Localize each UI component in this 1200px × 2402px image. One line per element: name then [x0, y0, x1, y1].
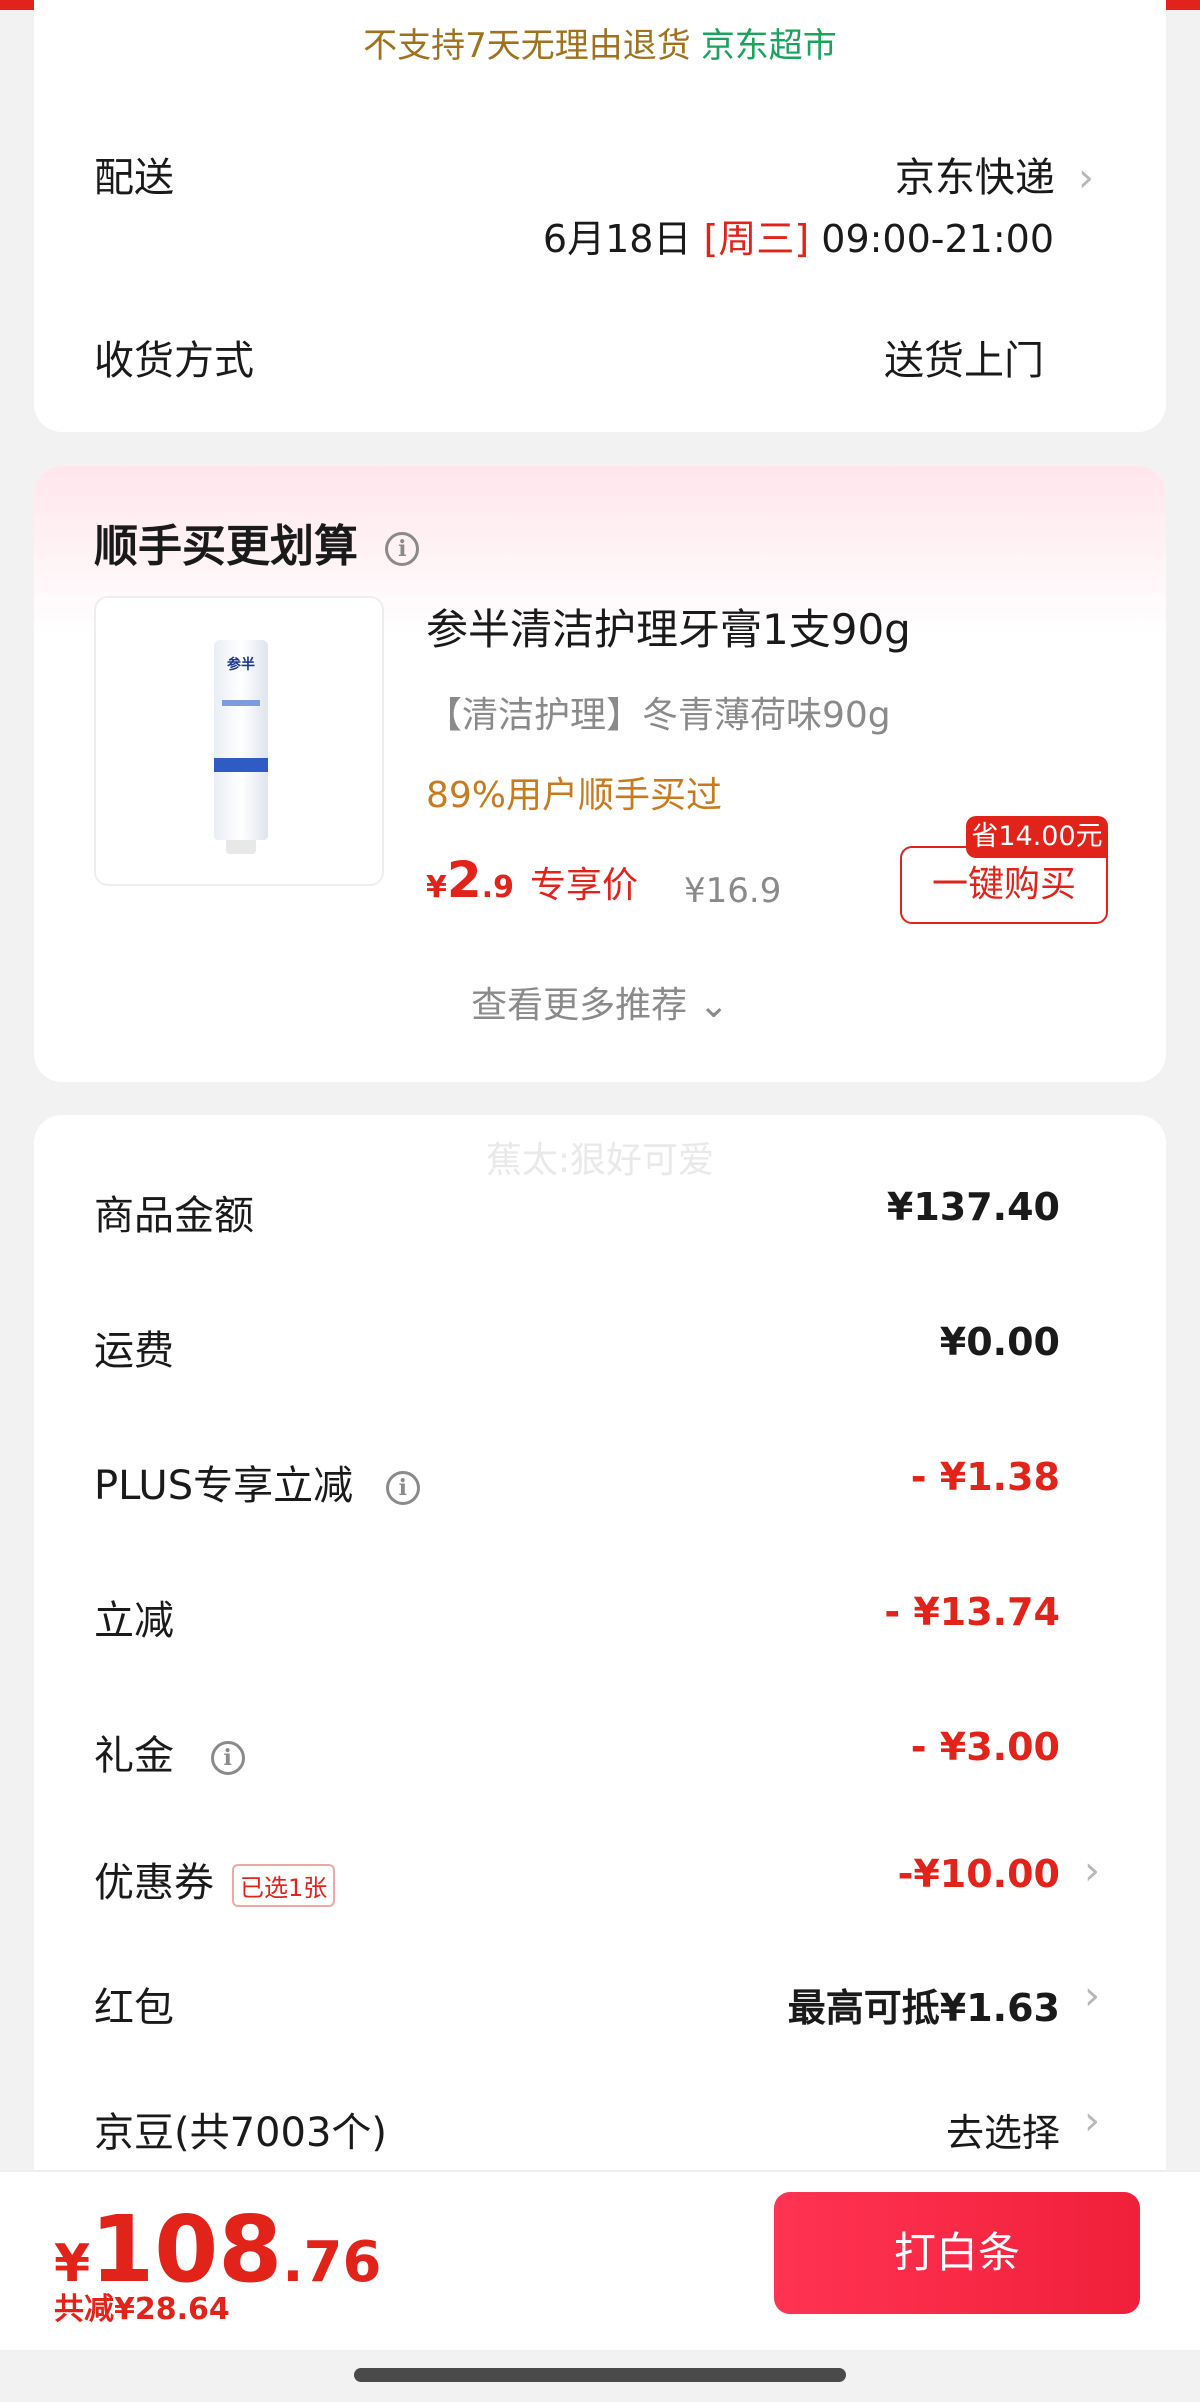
- chevron-right-icon[interactable]: ›: [1084, 1973, 1100, 2019]
- exclusive-price-tag: 专享价: [529, 865, 638, 906]
- home-indicator[interactable]: [354, 2368, 846, 2382]
- coupon-label: 优惠券 已选1张: [94, 1850, 336, 1908]
- tube-stripe: [222, 700, 260, 706]
- instant-discount-value: - ¥13.74: [884, 1590, 1060, 1634]
- instant-discount-label: 立减: [94, 1598, 174, 1644]
- plus-discount-label: PLUS专享立减 i: [94, 1453, 420, 1511]
- buyers-stat: 89%用户顺手买过: [426, 775, 723, 816]
- plus-discount-text: PLUS专享立减: [94, 1463, 354, 1509]
- watermark-text: 蕉太:狠好可爱: [485, 1140, 715, 1181]
- delivery-label: 配送: [94, 155, 174, 201]
- delivery-card: 不支持7天无理由退货 京东超市 配送 京东快递 › 6月18日 [周三] 09:0…: [34, 0, 1166, 432]
- tube-cap: [226, 840, 256, 854]
- gift-money-text: 礼金: [94, 1733, 174, 1779]
- gift-money-label: 礼金 i: [94, 1723, 245, 1781]
- chevron-right-icon[interactable]: ›: [1084, 2098, 1100, 2144]
- jd-beans-label: 京豆(共7003个): [94, 2110, 388, 2156]
- info-icon[interactable]: i: [385, 1471, 420, 1505]
- price-currency: ¥: [426, 870, 447, 905]
- total-saved: 共减¥28.64: [54, 2292, 230, 2327]
- tube-band: [214, 758, 268, 772]
- total-decimal: .76: [282, 2230, 382, 2295]
- product-price: ¥2.9 专享价: [426, 851, 638, 909]
- info-icon[interactable]: i: [385, 532, 420, 566]
- product-name[interactable]: 参半清洁护理牙膏1支90g: [426, 596, 911, 657]
- delivery-date: 6月18日: [542, 217, 692, 261]
- toothpaste-tube-illustration: 参半: [214, 640, 268, 840]
- coupon-text: 优惠券: [94, 1860, 214, 1906]
- plus-discount-value: - ¥1.38: [910, 1455, 1060, 1499]
- original-price: ¥16.9: [684, 871, 782, 911]
- coupon-value[interactable]: -¥10.00: [898, 1852, 1060, 1896]
- red-packet-label: 红包: [94, 1985, 174, 2031]
- delivery-value: 京东快递: [894, 155, 1055, 201]
- receive-method-value: 送货上门: [884, 338, 1044, 384]
- price-summary-card: 蕉太:狠好可爱 商品金额 ¥137.40 运费 ¥0.00 PLUS专享立减 i…: [34, 1115, 1166, 2215]
- delivery-hours: 09:00-21:00: [821, 217, 1054, 261]
- recommendation-title: 顺手买更划算 i: [94, 510, 420, 574]
- goods-amount-value: ¥137.40: [886, 1185, 1060, 1229]
- info-icon[interactable]: i: [210, 1741, 245, 1775]
- chevron-right-icon: ›: [1078, 155, 1094, 201]
- gift-money-value: - ¥3.00: [910, 1725, 1060, 1769]
- coupon-selected-tag: 已选1张: [232, 1863, 336, 1907]
- no-return-text: 不支持7天无理由退货: [363, 26, 691, 66]
- chevron-down-icon: ⌄: [698, 985, 729, 1026]
- recommendation-card: 顺手买更划算 i 参半 参半清洁护理牙膏1支90g 【清洁护理】冬青薄荷味90g…: [34, 466, 1166, 1082]
- pay-with-baitiao-button[interactable]: 打白条: [774, 2192, 1140, 2314]
- return-policy-notice: 不支持7天无理由退货 京东超市: [34, 18, 1166, 67]
- delivery-selector[interactable]: 京东快递 ›: [895, 145, 1094, 203]
- red-packet-value[interactable]: 最高可抵¥1.63: [788, 1977, 1060, 2032]
- price-decimal: .9: [481, 870, 514, 905]
- jd-beans-value[interactable]: 去选择: [946, 2102, 1060, 2157]
- delivery-time[interactable]: 6月18日 [周三] 09:00-21:00: [543, 208, 1054, 263]
- home-indicator-area: [0, 2350, 1200, 2402]
- shipping-fee-value: ¥0.00: [939, 1320, 1060, 1364]
- product-spec[interactable]: 【清洁护理】冬青薄荷味90g: [426, 686, 891, 738]
- checkout-bar: ¥108.76 共减¥28.64 打白条: [0, 2170, 1200, 2350]
- more-recommendations-text: 查看更多推荐: [471, 985, 688, 1026]
- receive-method-label: 收货方式: [94, 338, 254, 384]
- save-badge: 省14.00元: [966, 816, 1108, 858]
- price-integer: 2: [446, 851, 482, 909]
- product-image[interactable]: 参半: [94, 596, 384, 886]
- chevron-right-icon[interactable]: ›: [1084, 1848, 1100, 1894]
- tube-brand-text: 参半: [227, 657, 255, 673]
- shipping-fee-label: 运费: [94, 1328, 174, 1374]
- jd-supermarket-label: 京东超市: [700, 26, 837, 66]
- goods-amount-label: 商品金额: [94, 1193, 254, 1239]
- more-recommendations-link[interactable]: 查看更多推荐 ⌄: [34, 976, 1166, 1028]
- delivery-weekday: [周三]: [703, 217, 810, 261]
- recommendation-title-text: 顺手买更划算: [94, 521, 358, 572]
